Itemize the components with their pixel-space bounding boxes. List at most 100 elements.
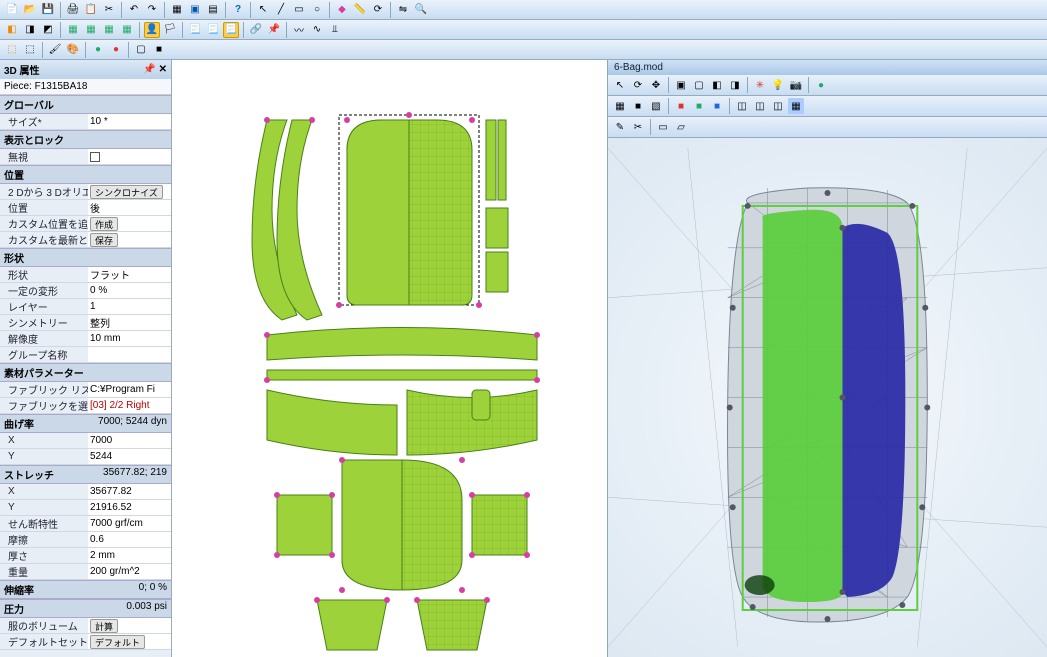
cut-icon[interactable]: ✂ <box>101 2 117 18</box>
brush-icon[interactable]: 🖌 <box>47 42 63 58</box>
section-position[interactable]: 位置 <box>0 165 171 184</box>
3d-viewport[interactable] <box>608 138 1047 657</box>
weight-field[interactable]: 200 gr/m^2 <box>88 564 171 579</box>
3d-rotate-icon[interactable]: ⟳ <box>630 77 646 93</box>
3d-right-icon[interactable]: ◨ <box>727 77 743 93</box>
stretch-y-field[interactable]: 21916.52 <box>88 500 171 515</box>
section-shrink[interactable]: 伸縮率 0; 0 % <box>0 580 171 599</box>
doc3-icon[interactable]: 📃 <box>223 22 239 38</box>
table1-icon[interactable]: ▦ <box>65 22 81 38</box>
3d-axes-icon[interactable]: ✳ <box>752 77 768 93</box>
green-node-icon[interactable]: ● <box>90 42 106 58</box>
stretch-x-field[interactable]: 35677.82 <box>88 484 171 499</box>
invisible-checkbox[interactable] <box>90 152 100 162</box>
save-icon[interactable]: 💾 <box>40 2 56 18</box>
3d-box-icon[interactable]: ▭ <box>655 119 671 135</box>
3d-cube2-icon[interactable]: ◫ <box>752 98 768 114</box>
user-icon[interactable]: 👤 <box>144 22 160 38</box>
curve1-icon[interactable]: 〰 <box>291 22 307 38</box>
open-icon[interactable]: 📂 <box>22 2 38 18</box>
red-node-icon[interactable]: ● <box>108 42 124 58</box>
doc2-icon[interactable]: 📃 <box>205 22 221 38</box>
view2-icon[interactable]: ◨ <box>22 22 38 38</box>
3d-mesh-icon[interactable]: ▦ <box>612 98 628 114</box>
section-stretch[interactable]: ストレッチ 35677.82; 219 <box>0 465 171 484</box>
create-button[interactable]: 作成 <box>90 217 118 231</box>
3d-pan-icon[interactable]: ✥ <box>648 77 664 93</box>
position-field[interactable]: 後 <box>88 200 171 215</box>
fill-icon[interactable]: ■ <box>151 42 167 58</box>
undo-icon[interactable]: ↶ <box>126 2 142 18</box>
3d-left-icon[interactable]: ◧ <box>709 77 725 93</box>
doc1-icon[interactable]: 📃 <box>187 22 203 38</box>
3d-cube3-icon[interactable]: ◫ <box>770 98 786 114</box>
3d-window-title[interactable]: 6-Bag.mod <box>608 60 1047 75</box>
3d-select-icon[interactable]: ↖ <box>612 77 628 93</box>
tool-a-icon[interactable]: ⬚ <box>4 42 20 58</box>
circle-icon[interactable]: ○ <box>309 2 325 18</box>
mirror-icon[interactable]: ⇋ <box>395 2 411 18</box>
curve2-icon[interactable]: ∿ <box>309 22 325 38</box>
section-shape[interactable]: 形状 <box>0 248 171 267</box>
3d-blue-icon[interactable]: ■ <box>709 98 725 114</box>
fabric-select-field[interactable]: [03] 2/2 Right <box>88 398 171 413</box>
section-display-lock[interactable]: 表示とロック <box>0 130 171 149</box>
fabric-list-field[interactable]: C:¥Program Fi <box>88 382 171 397</box>
symmetry-field[interactable]: 整列 <box>88 315 171 330</box>
3d-pencil-icon[interactable]: ✎ <box>612 119 628 135</box>
paint-icon[interactable]: 🎨 <box>65 42 81 58</box>
shape-field[interactable]: フラット <box>88 267 171 282</box>
node-icon[interactable]: ◆ <box>334 2 350 18</box>
bend-y-field[interactable]: 5244 <box>88 449 171 464</box>
thickness-field[interactable]: 2 mm <box>88 548 171 563</box>
3d-light-icon[interactable]: 💡 <box>770 77 786 93</box>
rotate-icon[interactable]: ⟳ <box>370 2 386 18</box>
section-global[interactable]: グローバル <box>0 95 171 114</box>
table3-icon[interactable]: ▦ <box>101 22 117 38</box>
save-button[interactable]: 保存 <box>90 233 118 247</box>
section-material[interactable]: 素材パラメーター <box>0 363 171 382</box>
3d-back-icon[interactable]: ▢ <box>691 77 707 93</box>
line-icon[interactable]: ╱ <box>273 2 289 18</box>
3d-solid-icon[interactable]: ■ <box>630 98 646 114</box>
resolution-field[interactable]: 10 mm <box>88 331 171 346</box>
rect-icon[interactable]: ▭ <box>291 2 307 18</box>
print-icon[interactable]: 🖨 <box>65 2 81 18</box>
layer-field[interactable]: 1 <box>88 299 171 314</box>
view1-icon[interactable]: ◧ <box>4 22 20 38</box>
arrow-icon[interactable]: ↖ <box>255 2 271 18</box>
synchronize-button[interactable]: シンクロナイズ <box>90 185 163 199</box>
layers-icon[interactable]: ▤ <box>205 2 221 18</box>
3d-green-icon[interactable]: ■ <box>691 98 707 114</box>
outline-icon[interactable]: ▢ <box>133 42 149 58</box>
table4-icon[interactable]: ▦ <box>119 22 135 38</box>
3d-wire-icon[interactable]: ▧ <box>648 98 664 114</box>
3d-play-icon[interactable]: ● <box>813 77 829 93</box>
pattern-2d-view[interactable] <box>172 60 607 657</box>
pin-icon[interactable]: 📌 ✕ <box>143 64 167 75</box>
3d-front-icon[interactable]: ▣ <box>673 77 689 93</box>
3d-sheet-icon[interactable]: ▱ <box>673 119 689 135</box>
zoom-icon[interactable]: 🔍 <box>413 2 429 18</box>
flag-icon[interactable]: 🏳 <box>162 22 178 38</box>
size-field[interactable]: 10 * <box>88 114 171 129</box>
3d-camera-icon[interactable]: 📷 <box>788 77 804 93</box>
table2-icon[interactable]: ▦ <box>83 22 99 38</box>
new-icon[interactable]: 📄 <box>4 2 20 18</box>
copy-icon[interactable]: 📋 <box>83 2 99 18</box>
grid-icon[interactable]: ▦ <box>169 2 185 18</box>
default-button[interactable]: デフォルト <box>90 635 145 649</box>
const-deform-field[interactable]: 0 % <box>88 283 171 298</box>
link-icon[interactable]: 🔗 <box>248 22 264 38</box>
section-bend[interactable]: 曲げ率 7000; 5244 dyn <box>0 414 171 433</box>
seam-icon[interactable]: ⫫ <box>327 22 343 38</box>
bend-x-field[interactable]: 7000 <box>88 433 171 448</box>
3d-scissors-icon[interactable]: ✂ <box>630 119 646 135</box>
redo-icon[interactable]: ↷ <box>144 2 160 18</box>
3d-red-icon[interactable]: ■ <box>673 98 689 114</box>
calculate-button[interactable]: 計算 <box>90 619 118 633</box>
pin-icon[interactable]: 📌 <box>266 22 282 38</box>
tool-b-icon[interactable]: ⬚ <box>22 42 38 58</box>
view3-icon[interactable]: ◩ <box>40 22 56 38</box>
select-icon[interactable]: ▣ <box>187 2 203 18</box>
